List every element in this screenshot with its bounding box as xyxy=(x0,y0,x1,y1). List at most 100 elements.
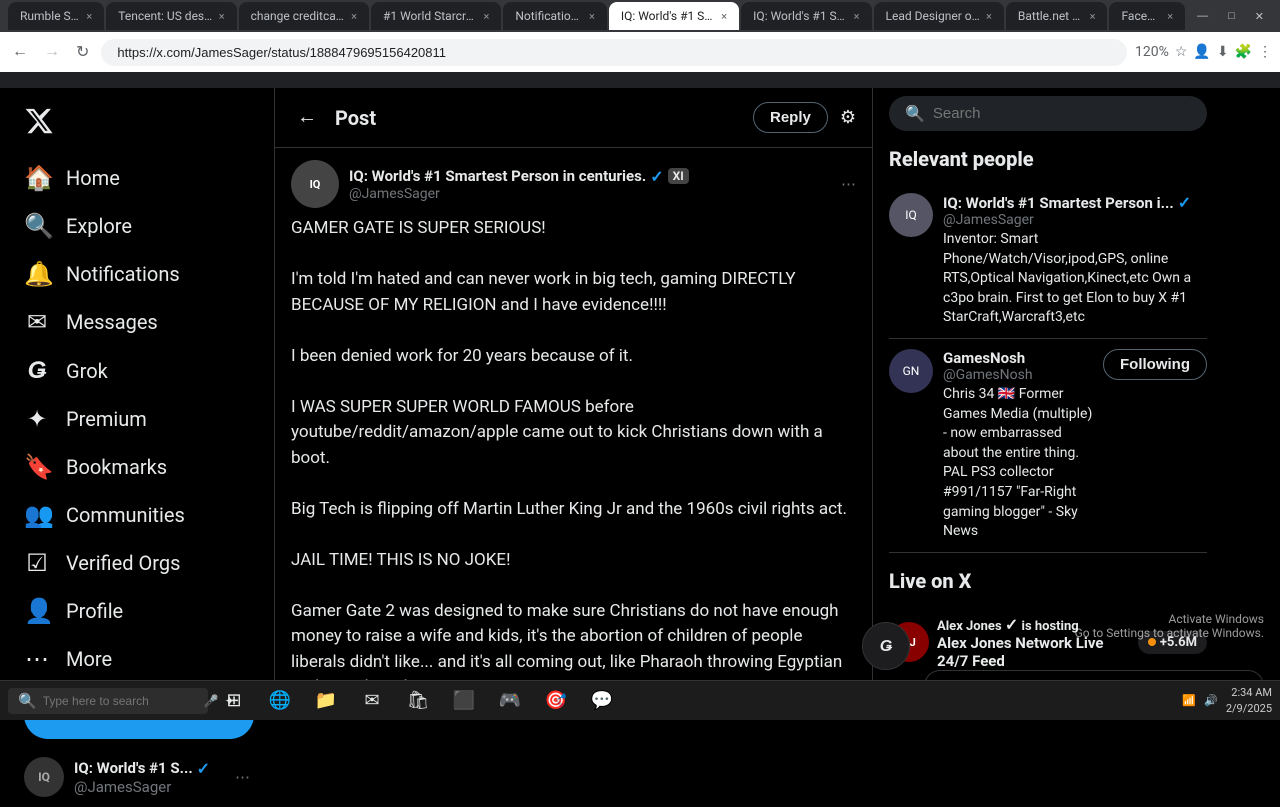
tab-close-1[interactable]: × xyxy=(219,10,225,23)
browser-tab-6[interactable]: IQ: World's #1 Smartes...× xyxy=(741,2,871,30)
tab-close-3[interactable]: × xyxy=(483,10,489,23)
tab-close-7[interactable]: × xyxy=(986,10,992,23)
user-info[interactable]: IQ IQ: World's #1 S... ✓ @JamesSager ⋯ xyxy=(12,747,262,807)
profile-icon[interactable]: 👤 xyxy=(1193,44,1210,60)
tab-close-5[interactable]: × xyxy=(721,10,727,23)
sidebar-item-more[interactable]: ⋯ More xyxy=(12,635,262,683)
tab-close-8[interactable]: × xyxy=(1090,10,1096,23)
bookmark-icon[interactable]: ☆ xyxy=(1175,44,1188,60)
reply-button[interactable]: Reply xyxy=(753,102,828,133)
sidebar-item-messages[interactable]: ✉ Messages xyxy=(12,298,262,346)
search-box[interactable]: 🔍 xyxy=(889,96,1207,131)
maximize-button[interactable]: □ xyxy=(1220,6,1243,26)
relevant-person-1: IQ IQ: World's #1 Smartest Person i... ✓… xyxy=(889,183,1207,339)
tweet-author-name[interactable]: IQ: World's #1 Smartest Person in centur… xyxy=(349,167,831,186)
live-count-1[interactable]: +5.6M xyxy=(1138,631,1207,654)
relevant-people-title: Relevant people xyxy=(889,147,1207,171)
rel-avatar-1: IQ xyxy=(889,193,933,237)
browser-tab-8[interactable]: Battle.net News× xyxy=(1006,2,1108,30)
taskbar-search-input[interactable] xyxy=(43,694,198,708)
sidebar-item-bookmarks[interactable]: 🔖 Bookmarks xyxy=(12,443,262,491)
tweet-more-button[interactable]: ⋯ xyxy=(841,175,856,193)
download-icon[interactable]: ⬇ xyxy=(1217,44,1229,60)
rel-bio-1: Inventor: Smart Phone/Watch/Visor,ipod,G… xyxy=(943,230,1207,328)
tweet-container: IQ IQ: World's #1 Smartest Person in cen… xyxy=(275,148,872,720)
rel-avatar-2: GN xyxy=(889,349,933,393)
extensions-icon[interactable]: 🧩 xyxy=(1235,44,1252,60)
taskbar: 🔍 🎤 ✦ ⊞ 🌐 📁 ✉ 🛍 ⬛ 🎮 🎯 💬 📶 🔊 2:34 AM 2/9/… xyxy=(0,680,1280,720)
browser-tab-1[interactable]: Tencent: US designates...× xyxy=(106,2,236,30)
minimize-button[interactable]: — xyxy=(1189,6,1216,26)
tab-close-9[interactable]: × xyxy=(1167,10,1173,23)
sidebar-item-grok[interactable]: Ǥ Grok xyxy=(12,346,262,395)
browser-tab-0[interactable]: Rumble Studio× xyxy=(8,2,104,30)
taskbar-icon-game[interactable]: 🎮 xyxy=(488,681,532,721)
browser-tab-5[interactable]: IQ: World's #1 Smartes...× xyxy=(609,2,739,30)
forward-nav-button[interactable]: → xyxy=(40,39,64,65)
settings-icon[interactable]: ⋮ xyxy=(1258,44,1272,60)
rel-name-2[interactable]: GamesNosh xyxy=(943,349,1093,367)
address-bar[interactable] xyxy=(101,39,1127,66)
right-sidebar: 🔍 Relevant people IQ IQ: World's #1 Smar… xyxy=(873,88,1223,720)
tweet-author-handle: @JamesSager xyxy=(349,186,831,202)
taskbar-icon-store[interactable]: 🛍 xyxy=(396,681,440,721)
sidebar-grok-label: Grok xyxy=(66,359,108,383)
sidebar-item-profile[interactable]: 👤 Profile xyxy=(12,587,262,635)
back-nav-button[interactable]: ← xyxy=(8,39,32,65)
browser-tab-2[interactable]: change creditcard on ...× xyxy=(239,2,369,30)
tab-close-6[interactable]: × xyxy=(854,10,860,23)
rel-handle-2: @GamesNosh xyxy=(943,367,1093,383)
close-button[interactable]: ✕ xyxy=(1247,6,1272,27)
sidebar-item-communities[interactable]: 👥 Communities xyxy=(12,491,262,539)
sidebar-notifications-label: Notifications xyxy=(66,262,180,286)
sidebar-home-label: Home xyxy=(66,166,120,190)
sidebar-messages-label: Messages xyxy=(66,310,158,334)
sidebar-item-verified-orgs[interactable]: ☑ Verified Orgs xyxy=(12,539,262,587)
explore-icon: 🔍 xyxy=(24,212,50,240)
xi-badge: XI xyxy=(668,168,689,184)
browser-tab-3[interactable]: #1 World Starcraft/War...× xyxy=(371,2,501,30)
user-menu-icon: ⋯ xyxy=(235,768,250,786)
sidebar-item-notifications[interactable]: 🔔 Notifications xyxy=(12,250,262,298)
grok-floating-button[interactable]: Ǥ xyxy=(862,622,910,670)
taskbar-icon-files[interactable]: 📁 xyxy=(304,681,348,721)
communities-icon: 👥 xyxy=(24,501,50,529)
taskbar-icon-mail[interactable]: ✉ xyxy=(350,681,394,721)
sidebar-logo[interactable] xyxy=(12,96,262,150)
rel-name-1[interactable]: IQ: World's #1 Smartest Person i... ✓ xyxy=(943,193,1207,212)
user-handle: @JamesSager xyxy=(74,778,225,796)
user-details: IQ: World's #1 S... ✓ @JamesSager xyxy=(74,759,225,796)
rel-info-2: GamesNosh @GamesNosh Chris 34 🇬🇧 Former … xyxy=(943,349,1093,542)
back-button[interactable]: ← xyxy=(291,100,323,135)
taskbar-icon-steam[interactable]: 🎯 xyxy=(534,681,578,721)
taskbar-app-icons: ⊞ 🌐 📁 ✉ 🛍 ⬛ 🎮 🎯 💬 xyxy=(212,681,1178,721)
sidebar: 🏠 Home 🔍 Explore 🔔 Notifications ✉ Messa… xyxy=(0,88,275,720)
live-verified-1: ✓ xyxy=(1005,615,1018,634)
tab-close-4[interactable]: × xyxy=(589,10,595,23)
taskbar-icon-discord[interactable]: 💬 xyxy=(580,681,624,721)
taskbar-search[interactable]: 🔍 🎤 ✦ xyxy=(8,688,208,714)
sidebar-item-explore[interactable]: 🔍 Explore xyxy=(12,202,262,250)
reload-button[interactable]: ↻ xyxy=(72,38,93,66)
app-layout: 🏠 Home 🔍 Explore 🔔 Notifications ✉ Messa… xyxy=(0,88,1280,720)
post-title: Post xyxy=(335,106,741,130)
avatar: IQ xyxy=(24,757,64,797)
browser-tab-9[interactable]: Facebook× xyxy=(1109,2,1185,30)
taskbar-icon-windows[interactable]: ⊞ xyxy=(212,681,256,721)
sidebar-item-home[interactable]: 🏠 Home xyxy=(12,154,262,202)
browser-tab-4[interactable]: Notifications / X× xyxy=(503,2,606,30)
taskbar-icon-terminal[interactable]: ⬛ xyxy=(442,681,486,721)
sidebar-communities-label: Communities xyxy=(66,503,185,527)
relevant-person-2: GN GamesNosh @GamesNosh Chris 34 🇬🇧 Form… xyxy=(889,339,1207,553)
main-content: ← Post Reply ⚙ IQ IQ: World's #1 Smartes… xyxy=(275,88,873,720)
filter-button[interactable]: ⚙ xyxy=(840,107,856,128)
search-input[interactable] xyxy=(933,105,1191,122)
following-button[interactable]: Following xyxy=(1103,349,1207,380)
taskbar-icon-browser[interactable]: 🌐 xyxy=(258,681,302,721)
sidebar-explore-label: Explore xyxy=(66,214,132,238)
tab-close-0[interactable]: × xyxy=(86,10,92,23)
tab-close-2[interactable]: × xyxy=(351,10,357,23)
sidebar-item-premium[interactable]: ✦ Premium xyxy=(12,395,262,443)
tweet-author: IQ IQ: World's #1 Smartest Person in cen… xyxy=(291,160,856,208)
browser-tab-7[interactable]: Lead Designer of Starc...× xyxy=(874,2,1004,30)
